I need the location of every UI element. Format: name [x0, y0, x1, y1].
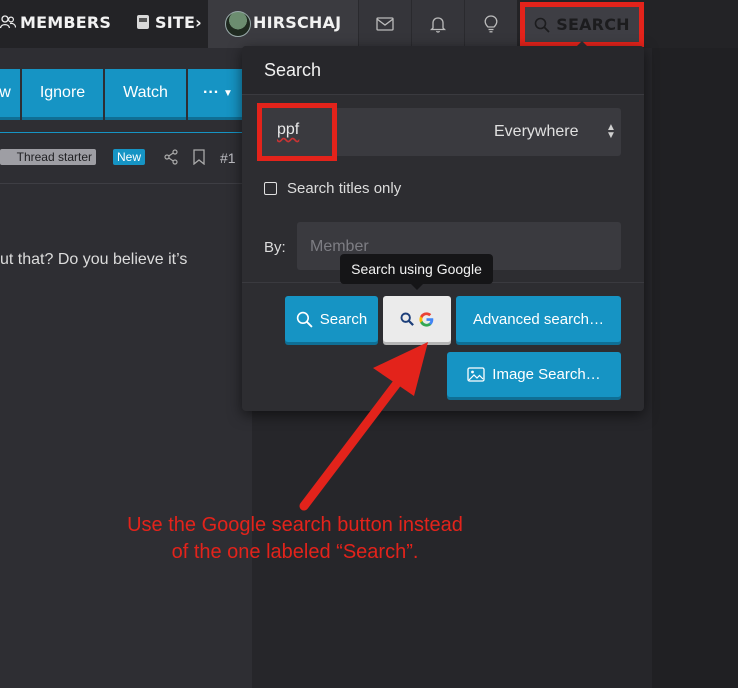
annotation-arrow: [299, 342, 428, 511]
annotation-line-1: Use the Google search button instead: [127, 514, 463, 536]
annotation-line-2: of the one labeled “Search”.: [171, 541, 419, 563]
annotation-instruction: Use the Google search button instead of …: [60, 512, 530, 566]
